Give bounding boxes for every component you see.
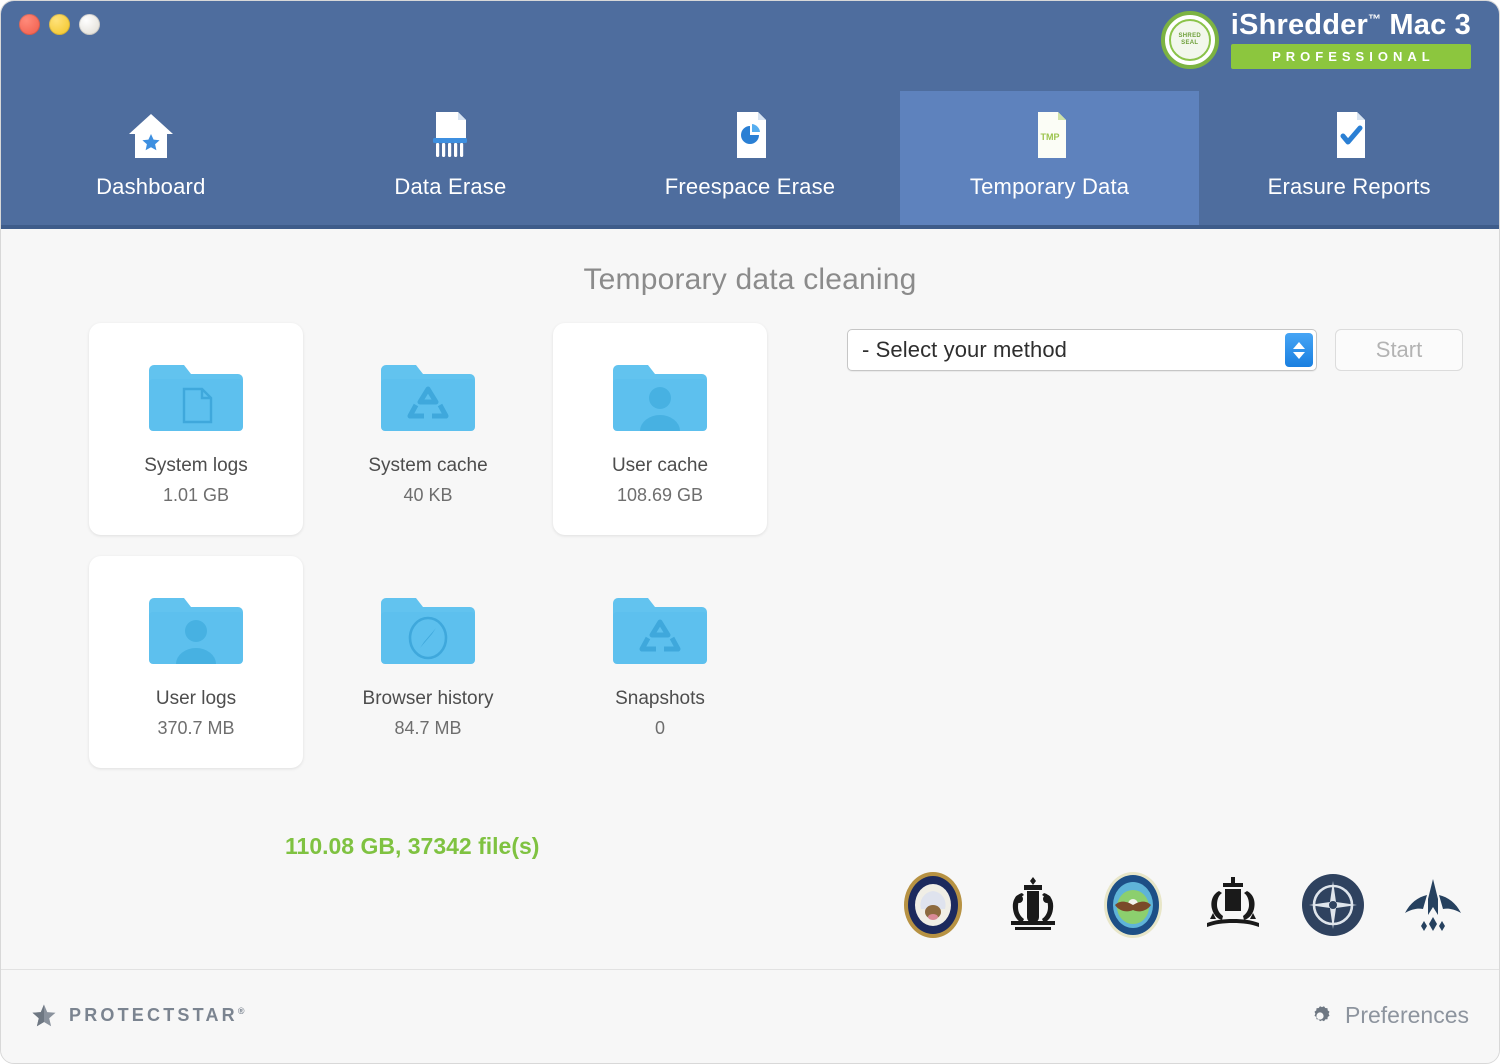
method-select-value: - Select your method (862, 337, 1067, 362)
folder-user-icon (613, 364, 707, 431)
app-header: SHRED SEAL iShredder™ Mac 3 PROFESSIONAL … (1, 1, 1499, 229)
shredder-icon (433, 112, 468, 157)
tab-label: Dashboard (96, 174, 206, 199)
folder-name: User logs (155, 687, 237, 709)
tab-dashboard[interactable]: Dashboard (1, 91, 301, 225)
method-select[interactable]: - Select your method (847, 329, 1317, 371)
brand-logo: SHRED SEAL iShredder™ Mac 3 PROFESSIONAL (1160, 11, 1471, 69)
folder-name: Browser history (362, 687, 494, 709)
folder-card-system-cache[interactable]: System cache 40 KB (321, 323, 535, 535)
edition-badge: PROFESSIONAL (1230, 44, 1471, 69)
tab-erasure-reports[interactable]: Erasure Reports (1199, 91, 1499, 225)
folder-name: Snapshots (615, 687, 705, 709)
company-name: PROTECTSTAR® (69, 1005, 245, 1026)
document-piechart-icon (736, 112, 766, 158)
main-content: Temporary data cleaning System logs 1.01… (1, 229, 1499, 969)
australian-coat-of-arms-icon (1207, 877, 1259, 927)
brand-title-text: iShredder (1230, 9, 1368, 41)
brand-trademark: ™ (1367, 11, 1382, 27)
folder-size: 84.7 MB (394, 717, 462, 738)
brand-title: iShredder™ Mac 3 (1231, 11, 1471, 40)
folder-recycle-icon (381, 364, 475, 431)
nato-emblem-icon (1302, 874, 1364, 936)
company-name-text: PROTECTSTAR (69, 1005, 238, 1025)
protectstar-logo: PROTECTSTAR® (31, 1003, 245, 1029)
folder-name: User cache (611, 454, 709, 476)
preferences-button[interactable]: Preferences (1307, 1002, 1469, 1029)
tab-freespace-erase[interactable]: Freespace Erase (600, 91, 900, 225)
window-controls (19, 14, 100, 35)
folder-card-browser-history[interactable]: Browser history 84.7 MB (321, 556, 535, 768)
folder-size: 370.7 MB (157, 717, 235, 738)
folder-card-user-logs[interactable]: User logs 370.7 MB (89, 556, 303, 768)
folder-compass-icon (381, 597, 475, 664)
zoom-button[interactable] (79, 14, 100, 35)
folder-recycle-icon (613, 597, 707, 664)
folder-size: 1.01 GB (162, 484, 230, 505)
us-dod-seal-icon (1104, 872, 1162, 938)
title-bar: SHRED SEAL iShredder™ Mac 3 PROFESSIONAL (1, 1, 1499, 91)
preferences-label: Preferences (1344, 1002, 1469, 1028)
minimize-button[interactable] (49, 14, 70, 35)
page-title: Temporary data cleaning (583, 263, 917, 296)
star-icon (32, 1004, 56, 1026)
tab-label: Erasure Reports (1267, 174, 1431, 199)
folder-user-icon (149, 597, 243, 664)
folder-card-system-logs[interactable]: System logs 1.01 GB (89, 323, 303, 535)
uk-royal-coat-of-arms-icon (1011, 877, 1055, 930)
total-summary: 110.08 GB, 37342 file(s) (285, 833, 540, 859)
svg-text:TMP: TMP (1040, 132, 1059, 142)
shred-seal-icon: SHRED SEAL (1160, 11, 1219, 69)
tab-data-erase[interactable]: Data Erase (301, 91, 601, 225)
start-button[interactable]: Start (1335, 329, 1463, 371)
brand-title-suffix: Mac 3 (1381, 9, 1471, 41)
close-button[interactable] (19, 14, 40, 35)
folder-name: System logs (144, 454, 248, 476)
folder-size: 108.69 GB (616, 484, 704, 505)
tab-label: Freespace Erase (664, 174, 836, 199)
folder-size: 0 (654, 717, 665, 738)
certification-badges (897, 869, 1469, 941)
gear-icon (1314, 1005, 1330, 1021)
tab-temporary-data[interactable]: TMP Temporary Data (899, 91, 1200, 225)
tab-label: Data Erase (394, 174, 507, 199)
folder-card-user-cache[interactable]: User cache 108.69 GB (553, 323, 767, 535)
method-row: - Select your method Start (847, 323, 1499, 371)
us-air-force-emblem-icon (1405, 879, 1461, 931)
home-star-icon (128, 114, 173, 158)
us-navy-seal-icon (904, 872, 962, 938)
main-navigation: Dashboard Data Erase Freespace Erase TMP… (1, 91, 1499, 229)
tmp-document-icon: TMP (1037, 112, 1066, 158)
chevron-updown-icon[interactable] (1285, 333, 1313, 367)
folder-size: 40 KB (403, 484, 453, 505)
folder-card-snapshots[interactable]: Snapshots 0 (553, 556, 767, 768)
document-check-icon (1337, 112, 1366, 158)
app-footer: PROTECTSTAR® Preferences (1, 969, 1499, 1061)
folder-name: System cache (368, 454, 488, 476)
app-window: SHRED SEAL iShredder™ Mac 3 PROFESSIONAL … (0, 0, 1500, 1064)
tab-label: Temporary Data (969, 174, 1130, 199)
folder-document-icon (149, 364, 243, 431)
temporary-data-folder-grid: System logs 1.01 GB System cache 40 KB U… (89, 323, 831, 771)
company-registered-mark: ® (237, 1006, 245, 1016)
